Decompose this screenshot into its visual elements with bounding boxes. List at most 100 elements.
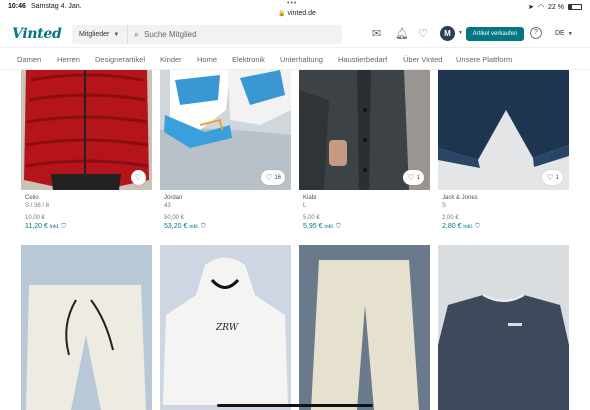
heart-icon: ♡ xyxy=(134,173,142,182)
shield-icon: ⛉ xyxy=(336,224,341,230)
mail-icon[interactable]: ✉ xyxy=(372,27,381,40)
item-price: 5,00 € xyxy=(303,215,320,221)
favorite-count: 1 xyxy=(555,174,559,181)
item-total-value: 53,20 € xyxy=(164,223,188,230)
shield-icon: ⛉ xyxy=(201,224,206,230)
nav-item-damen[interactable]: Damen xyxy=(17,55,41,64)
avatar-chevron-icon[interactable]: ▼ xyxy=(458,30,463,36)
favorite-button[interactable]: ♡ 16 xyxy=(261,170,285,185)
favorite-button[interactable]: ♡ xyxy=(130,170,146,185)
item-total-price: 5,95 € inkl. ⛉ xyxy=(303,223,430,231)
heart-icon[interactable]: ♡ xyxy=(418,27,428,40)
item-photo[interactable] xyxy=(21,245,152,410)
nav-item-unsere-plattform[interactable]: Unsere Plattform xyxy=(456,55,512,64)
item-card[interactable] xyxy=(438,245,569,410)
item-card[interactable]: ♡ 16 Jordan 43 50,00 € 53,20 € inkl. ⛉ xyxy=(160,70,291,231)
search-category-dropdown[interactable]: Mitglieder ▼ xyxy=(72,25,128,44)
nav-item-haustierbedarf[interactable]: Haustierbedarf xyxy=(338,55,387,64)
item-card[interactable]: ZRW xyxy=(160,245,291,410)
item-photo[interactable]: ♡ 16 xyxy=(160,70,291,190)
item-total-price: 53,20 € inkl. ⛉ xyxy=(164,223,291,231)
sell-item-button[interactable]: Artikel verkaufen xyxy=(466,27,524,41)
item-total-price: 11,20 € inkl. ⛉ xyxy=(25,223,152,231)
nav-item-unterhaltung[interactable]: Unterhaltung xyxy=(280,55,323,64)
status-icons: ➤ ◠ 22 % xyxy=(528,3,582,11)
item-size: 43 xyxy=(164,203,171,209)
item-photo[interactable]: ♡ xyxy=(21,70,152,190)
battery-percent: 22 % xyxy=(548,3,564,11)
item-photo[interactable]: ♡ 1 xyxy=(299,70,430,190)
status-time: 10:46 xyxy=(8,3,26,10)
status-date: Samstag 4. Jan. xyxy=(31,3,82,10)
category-nav: Damen Herren Designerartikel Kinder Home… xyxy=(0,48,590,70)
favorite-button[interactable]: ♡ 1 xyxy=(542,170,563,185)
url-text: vinted.de xyxy=(287,10,316,17)
nav-item-herren[interactable]: Herren xyxy=(57,55,80,64)
nav-item-designerartikel[interactable]: Designerartikel xyxy=(95,55,145,64)
favorite-count: 1 xyxy=(416,174,420,181)
nav-item-kinder[interactable]: Kinder xyxy=(160,55,182,64)
shield-icon: ⛉ xyxy=(475,224,480,230)
favorite-count: 16 xyxy=(274,174,281,181)
language-label: DE xyxy=(555,30,565,37)
ios-status-bar: 10:46 Samstag 4. Jan. ••• 🔒 vinted.de ➤ ◠… xyxy=(0,0,590,20)
item-card[interactable]: ♡ 1 Jack & Jones S 2,00 € 2,80 € inkl. ⛉ xyxy=(438,70,569,231)
address-bar[interactable]: 🔒 vinted.de xyxy=(278,10,316,17)
heart-icon: ♡ xyxy=(546,173,554,182)
item-price: 10,00 € xyxy=(25,215,46,221)
item-card[interactable] xyxy=(299,245,430,410)
avatar[interactable]: M xyxy=(440,26,455,41)
help-icon[interactable]: ? xyxy=(530,27,542,39)
item-brand: Celio xyxy=(25,195,39,201)
heart-icon: ♡ xyxy=(265,173,273,182)
search-input[interactable]: ⌕ Suche Mitglied xyxy=(128,25,342,44)
item-brand: Jack & Jones xyxy=(442,195,478,201)
site-header: Vinted Mitglieder ▼ ⌕ Suche Mitglied ✉ 🔔… xyxy=(0,20,590,48)
item-card[interactable] xyxy=(21,245,152,410)
incl-label: inkl. xyxy=(49,224,60,230)
favorite-button[interactable]: ♡ 1 xyxy=(403,170,424,185)
shield-icon: ⛉ xyxy=(61,224,67,230)
item-brand: Kiabi xyxy=(303,195,317,201)
item-card[interactable]: ♡ 1 Kiabi L 5,00 € 5,95 € inkl. ⛉ xyxy=(299,70,430,231)
vinted-page: 10:46 Samstag 4. Jan. ••• 🔒 vinted.de ➤ ◠… xyxy=(0,0,590,410)
item-size: S / 36 / 8 xyxy=(25,203,50,209)
item-photo[interactable]: ZRW xyxy=(160,245,291,410)
item-photo[interactable]: ♡ 1 xyxy=(438,70,569,190)
nav-item-ueber-vinted[interactable]: Über Vinted xyxy=(403,55,442,64)
item-total-value: 5,95 € xyxy=(303,223,323,230)
item-brand: Jordan xyxy=(164,195,183,201)
search-bar: Mitglieder ▼ ⌕ Suche Mitglied xyxy=(72,25,342,44)
chevron-down-icon: ▼ xyxy=(113,31,120,38)
search-category-label: Mitglieder xyxy=(79,31,110,38)
wifi-icon: ◠ xyxy=(537,4,545,11)
item-photo[interactable] xyxy=(299,245,430,410)
home-indicator[interactable] xyxy=(217,404,373,407)
item-size: S xyxy=(442,203,447,209)
language-selector[interactable]: DE ▼ xyxy=(555,30,573,37)
item-price: 50,00 € xyxy=(164,215,185,221)
heart-icon: ♡ xyxy=(407,173,415,182)
search-placeholder: Suche Mitglied xyxy=(144,30,197,39)
vinted-logo[interactable]: Vinted xyxy=(12,26,62,42)
chevron-down-icon: ▼ xyxy=(567,31,573,37)
nav-item-elektronik[interactable]: Elektronik xyxy=(232,55,265,64)
bell-icon[interactable]: 🔔︎ xyxy=(395,27,409,40)
item-total-value: 11,20 € xyxy=(25,223,48,230)
lock-icon: 🔒 xyxy=(278,11,286,17)
item-price: 2,00 € xyxy=(442,215,459,221)
location-icon: ➤ xyxy=(528,4,534,11)
svg-text:ZRW: ZRW xyxy=(215,323,239,333)
nav-item-home[interactable]: Home xyxy=(197,55,217,64)
item-total-price: 2,80 € inkl. ⛉ xyxy=(442,223,569,231)
incl-label: inkl. xyxy=(463,224,474,230)
item-size: L xyxy=(303,203,307,209)
battery-icon xyxy=(568,4,582,10)
incl-label: inkl. xyxy=(324,224,335,230)
item-photo[interactable] xyxy=(438,245,569,410)
more-dots-icon[interactable]: ••• xyxy=(287,0,297,7)
search-icon: ⌕ xyxy=(134,29,140,39)
item-card[interactable]: ♡ Celio S / 36 / 8 10,00 € 11,20 € inkl.… xyxy=(21,70,152,231)
incl-label: inkl. xyxy=(189,224,200,230)
item-total-value: 2,80 € xyxy=(442,223,462,230)
